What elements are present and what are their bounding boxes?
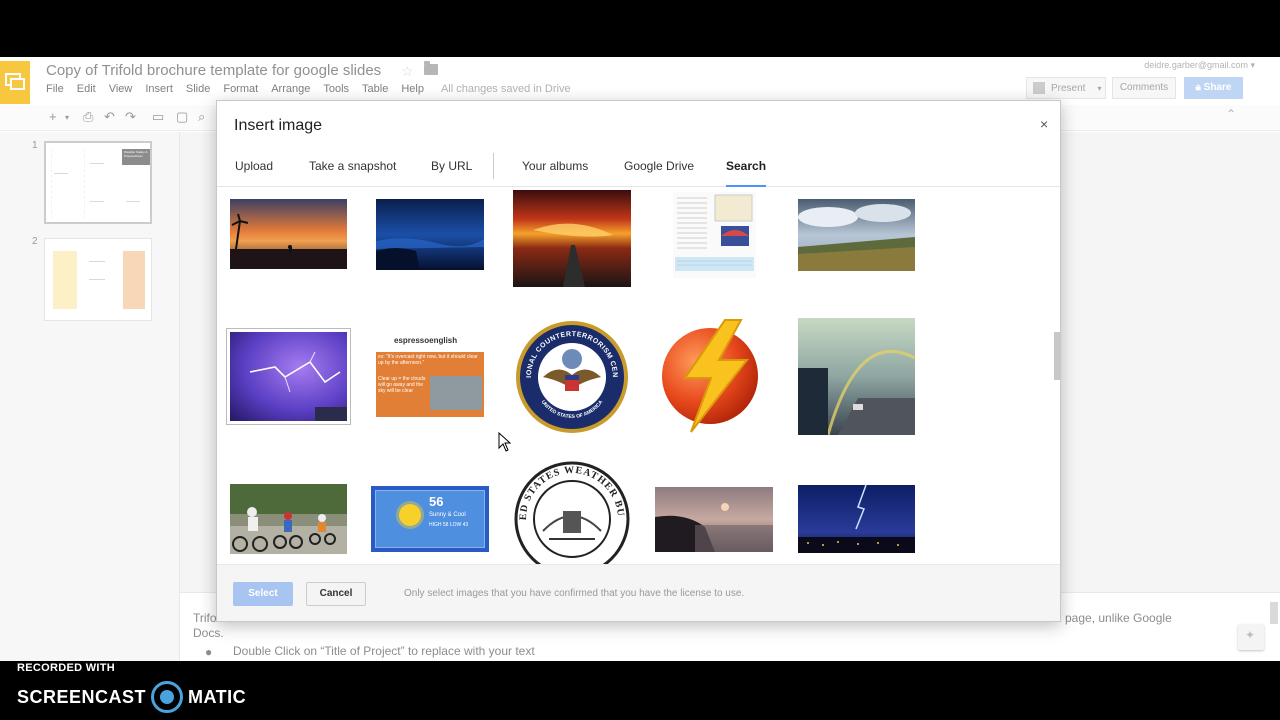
document-page-image[interactable] (673, 192, 756, 278)
weather-bureau-seal-image[interactable]: UNITED STATES WEATHER BUREAU (513, 461, 631, 564)
license-note: Only select images that you have confirm… (404, 588, 745, 599)
espresso-caption-2: Clear up = the clouds will go away and t… (378, 376, 426, 394)
widget-line-1: Sunny & Cool (429, 512, 466, 518)
rainbow-street-image[interactable] (798, 318, 915, 435)
insert-image-dialog: Insert image × Upload Take a snapshot By… (216, 100, 1061, 622)
sunset-palm-beach-image[interactable] (230, 199, 347, 269)
tab-upload[interactable]: Upload (235, 159, 273, 187)
fiery-sky-road-image[interactable] (513, 190, 631, 287)
espresso-english-image[interactable]: espressoenglish ex: “It’s overcast right… (376, 334, 484, 419)
tab-your-albums[interactable]: Your albums (522, 159, 588, 187)
image-results-grid: espressoenglish ex: “It’s overcast right… (217, 188, 1060, 564)
espresso-brand-text: espressoenglish (394, 336, 458, 345)
counterterrorism-seal-image[interactable]: NATIONAL COUNTERTERRORISM CENTER UNITED … (513, 319, 631, 435)
espresso-caption: ex: “It’s overcast right now, but it sho… (378, 354, 478, 366)
tab-search[interactable]: Search (726, 159, 767, 187)
dusk-shore-image[interactable] (655, 487, 773, 552)
cloudy-coast-image[interactable] (798, 199, 915, 271)
dialog-footer: Select Cancel Only select images that yo… (217, 564, 1060, 621)
purple-lightning-image[interactable] (226, 328, 351, 425)
dialog-tabs: Upload Take a snapshot By URL Your album… (217, 153, 1060, 187)
tab-take-snapshot[interactable]: Take a snapshot (309, 159, 396, 187)
record-icon (151, 681, 184, 713)
screencast-watermark: RECORDED WITH SCREENCAST MATIC (0, 661, 1280, 720)
watermark-logo: SCREENCAST MATIC (17, 681, 246, 713)
widget-temp: 56 (429, 494, 444, 509)
dialog-title: Insert image (234, 117, 323, 134)
tab-by-url[interactable]: By URL (431, 159, 472, 187)
close-icon[interactable]: × (1040, 116, 1048, 132)
widget-line-2: HIGH 58 LOW 43 (429, 522, 469, 528)
espresso-photo (430, 376, 482, 410)
sun-icon (399, 504, 421, 526)
lightning-bolt-icon-image[interactable] (655, 316, 773, 434)
watermark-word-1: SCREENCAST (17, 686, 147, 707)
kids-bikes-image[interactable] (230, 484, 347, 554)
watermark-word-2: MATIC (188, 686, 247, 707)
dialog-scrollbar[interactable] (1054, 332, 1060, 380)
select-button[interactable]: Select (233, 582, 293, 606)
tab-divider (493, 153, 494, 179)
weather-widget-image[interactable]: 56 Sunny & Cool HIGH 58 LOW 43 (371, 486, 489, 552)
cancel-button[interactable]: Cancel (306, 582, 366, 606)
night-lightning-city-image[interactable] (798, 485, 915, 553)
watermark-line-1: RECORDED WITH (17, 662, 116, 674)
tab-google-drive[interactable]: Google Drive (624, 159, 694, 187)
blue-night-lake-image[interactable] (376, 199, 484, 270)
mouse-cursor-icon (498, 432, 512, 452)
